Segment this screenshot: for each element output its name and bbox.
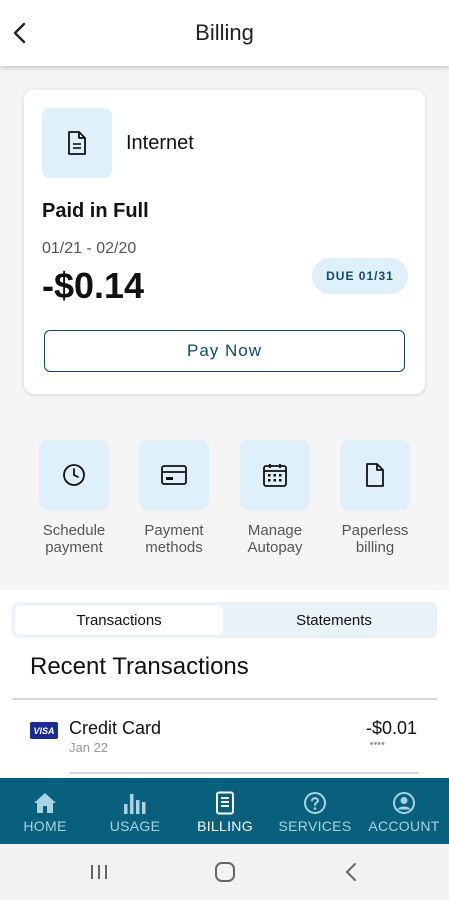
home-button[interactable] bbox=[210, 858, 240, 886]
action-label: Payment methods bbox=[144, 522, 204, 556]
back-arrow-icon bbox=[345, 863, 356, 881]
paperless-billing-action[interactable]: Paperless billing bbox=[325, 440, 425, 556]
home-icon bbox=[34, 793, 56, 813]
action-label: Manage Autopay bbox=[247, 522, 303, 556]
nav-services[interactable]: SERVICES bbox=[270, 778, 360, 844]
action-label: Paperless billing bbox=[341, 522, 409, 556]
nav-home[interactable]: HOME bbox=[0, 778, 90, 844]
action-label: Schedule payment bbox=[42, 522, 106, 556]
payment-methods-action[interactable]: Payment methods bbox=[124, 440, 224, 556]
recent-apps-icon bbox=[91, 865, 107, 879]
app-header: Billing bbox=[0, 0, 449, 66]
bill-icon bbox=[216, 791, 234, 815]
transaction-name: Credit Card bbox=[69, 718, 162, 738]
transaction-date: Jan 22 bbox=[69, 740, 109, 755]
billing-summary-area: Internet Paid in Full 01/21 - 02/20 -$0.… bbox=[0, 66, 449, 590]
nav-account[interactable]: ACCOUNT bbox=[359, 778, 449, 844]
recent-apps-button[interactable] bbox=[84, 858, 114, 886]
tab-statements[interactable]: Statements bbox=[234, 605, 434, 635]
divider bbox=[69, 772, 419, 774]
bar-chart-icon bbox=[124, 794, 146, 814]
nav-usage[interactable]: USAGE bbox=[90, 778, 180, 844]
clock-icon bbox=[63, 464, 85, 486]
service-icon-tile bbox=[42, 108, 112, 178]
help-circle-icon bbox=[304, 792, 326, 814]
divider bbox=[12, 698, 437, 700]
due-date-badge: DUE 01/31 bbox=[312, 258, 408, 294]
page-title: Billing bbox=[195, 20, 254, 45]
account-icon bbox=[393, 792, 415, 814]
home-circle-icon bbox=[215, 862, 235, 882]
system-back-button[interactable] bbox=[336, 858, 366, 886]
bill-card: Internet Paid in Full 01/21 - 02/20 -$0.… bbox=[24, 90, 425, 394]
card-mask: •••• bbox=[369, 738, 385, 750]
manage-autopay-action[interactable]: Manage Autopay bbox=[225, 440, 325, 556]
tab-transactions[interactable]: Transactions bbox=[15, 605, 223, 635]
schedule-payment-action[interactable]: Schedule payment bbox=[24, 440, 124, 556]
file-icon bbox=[366, 463, 384, 487]
bill-status: Paid in Full bbox=[42, 200, 149, 222]
calendar-icon bbox=[263, 464, 287, 487]
pay-now-button[interactable]: Pay Now bbox=[44, 330, 405, 372]
bill-period: 01/21 - 02/20 bbox=[42, 240, 137, 257]
visa-card-icon: VISA bbox=[30, 722, 58, 739]
system-navigation-bar bbox=[0, 844, 449, 900]
document-icon bbox=[68, 131, 86, 155]
billing-tabs: Transactions Statements bbox=[12, 602, 437, 638]
bill-amount: -$0.14 bbox=[42, 265, 145, 306]
transaction-amount: -$0.01 bbox=[365, 718, 417, 738]
credit-card-icon bbox=[161, 465, 187, 485]
bottom-navigation: HOME USAGE BILLING SERVICES ACCOUNT bbox=[0, 778, 449, 844]
service-name: Internet bbox=[126, 132, 194, 154]
nav-billing[interactable]: BILLING bbox=[180, 778, 270, 844]
recent-transactions-title: Recent Transactions bbox=[30, 653, 249, 680]
transaction-row[interactable]: VISA Credit Card Jan 22 -$0.01 •••• bbox=[0, 712, 449, 772]
